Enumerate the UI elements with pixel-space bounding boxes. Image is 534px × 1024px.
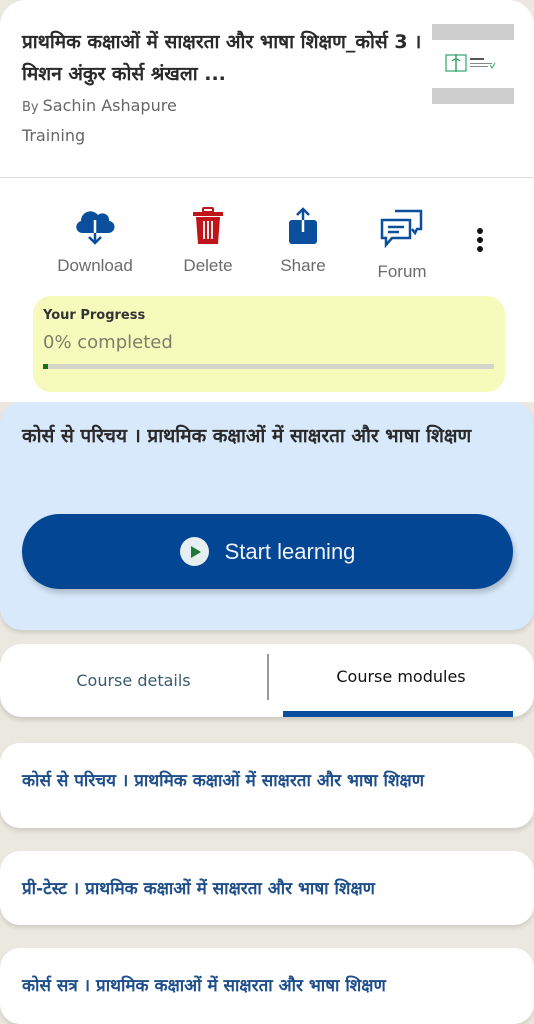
course-header: प्राथमिक कक्षाओं में साक्षरता और भाषा शि… (0, 0, 534, 178)
delete-button[interactable]: Delete (158, 206, 258, 276)
more-vertical-icon[interactable] (470, 228, 490, 258)
progress-text: 0% completed (43, 332, 173, 353)
author-line: By Sachin Ashapure (22, 96, 177, 115)
course-thumbnail (432, 24, 514, 104)
thumbnail-bar-bottom (432, 88, 514, 104)
delete-label: Delete (183, 256, 233, 275)
cloud-download-icon (76, 211, 115, 245)
start-learning-label: Start learning (224, 538, 356, 564)
course-tabs: Course details Course modules (0, 644, 534, 717)
author-prefix: By (22, 100, 39, 115)
resume-card: कोर्स से परिचय । प्राथमिक कक्षाओं में सा… (0, 402, 534, 630)
course-category: Training (22, 126, 86, 145)
progress-card: Your Progress 0% completed (33, 296, 505, 392)
module-item[interactable]: कोर्स सत्र । प्राथमिक कक्षाओं में साक्षर… (0, 948, 534, 1024)
tab-course-modules[interactable]: Course modules (268, 644, 534, 717)
mission-ankur-logo-icon (445, 54, 496, 72)
share-icon (289, 207, 317, 244)
module-name: कोर्स सत्र । प्राथमिक कक्षाओं में साक्षर… (22, 976, 386, 996)
forum-label: Forum (377, 262, 427, 281)
progress-title: Your Progress (43, 308, 146, 323)
module-item[interactable]: कोर्स से परिचय । प्राथमिक कक्षाओं में सा… (0, 743, 534, 828)
start-learning-button[interactable]: Start learning (22, 514, 513, 589)
share-button[interactable]: Share (253, 206, 353, 276)
trash-icon (193, 207, 223, 244)
play-icon (179, 537, 209, 566)
module-name: प्री-टेस्ट । प्राथमिक कक्षाओं में साक्षर… (22, 879, 375, 899)
forum-button[interactable]: Forum (352, 208, 452, 282)
tab-course-details[interactable]: Course details (0, 644, 267, 717)
download-label: Download (57, 256, 133, 275)
module-item[interactable]: प्री-टेस्ट । प्राथमिक कक्षाओं में साक्षर… (0, 851, 534, 925)
active-tab-indicator (283, 711, 513, 717)
progress-bar (43, 364, 494, 369)
thumbnail-bar-top (432, 24, 514, 40)
share-label: Share (280, 256, 326, 275)
course-title: प्राथमिक कक्षाओं में साक्षरता और भाषा शि… (22, 31, 422, 85)
action-bar: Download Delete Share Forum (0, 178, 534, 290)
progress-bar-fill (43, 364, 48, 369)
forum-icon (380, 209, 423, 248)
download-button[interactable]: Download (45, 206, 145, 276)
current-module-title: कोर्स से परिचय । प्राथमिक कक्षाओं में सा… (22, 425, 472, 447)
module-name: कोर्स से परिचय । प्राथमिक कक्षाओं में सा… (22, 771, 424, 791)
author-name: Sachin Ashapure (42, 96, 177, 115)
